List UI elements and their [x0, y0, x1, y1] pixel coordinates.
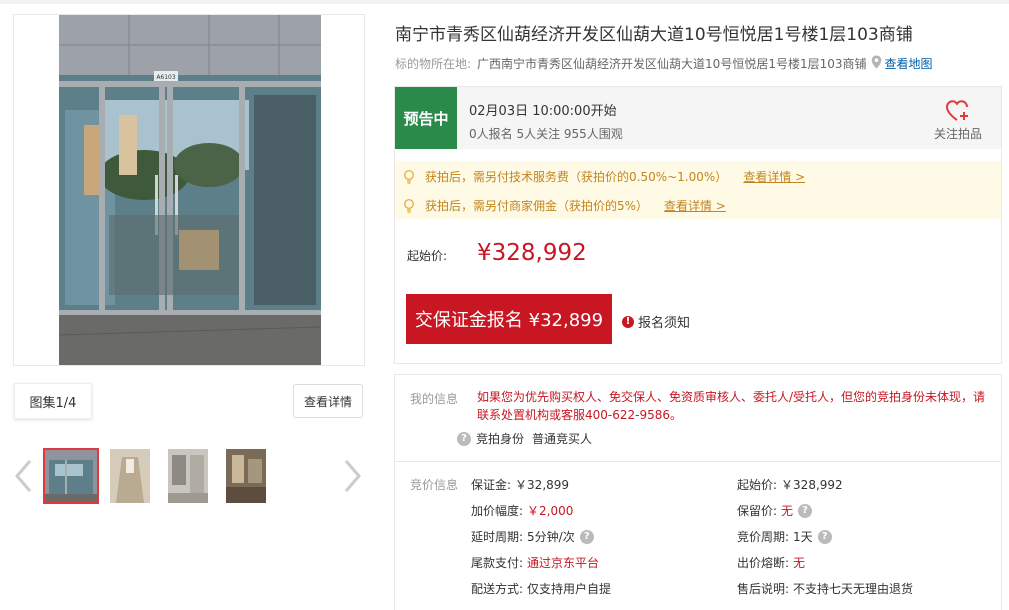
deposit-signup-button[interactable]: 交保证金报名 ¥32,899 [406, 294, 612, 344]
thumbnail-2[interactable] [110, 449, 150, 503]
final-payment-field: 尾款支付: 通过京东平台 [471, 554, 599, 571]
fee-notice-box: 获拍后，需另付技术服务费（获拍价的0.50%~1.00%） 查看详情 > 获拍后… [395, 161, 1001, 219]
cycle-value: 1天 [793, 530, 813, 544]
follow-item-label: 关注拍品 [933, 127, 982, 141]
top-divider [0, 0, 1009, 4]
fee-notice-1-link[interactable]: 查看详情 > [743, 168, 805, 185]
delay-field: 延时周期: 5分钟/次 ? [471, 528, 594, 545]
auction-panel: 预告中 02月03日 10:00:00开始 0人报名 5人关注 955人围观 关… [394, 86, 1002, 364]
door-sign: A6103 [156, 74, 176, 81]
start-time: 02月03日 10:00:00开始 [469, 104, 617, 119]
final-payment-label: 尾款支付: [471, 556, 524, 570]
signup-notice-label: 报名须知 [638, 316, 691, 331]
auction-stats: 0人报名 5人关注 955人围观 [469, 127, 623, 141]
bid-start-price-label: 起始价: [737, 478, 778, 492]
bidder-identity-value: 普通竞买人 [532, 432, 593, 446]
bid-start-price-field: 起始价: ￥328,992 [737, 476, 843, 493]
bid-info-label: 竞价信息 [410, 478, 459, 492]
deposit-value: ￥32,899 [515, 478, 570, 492]
address-label: 标的物所在地: [395, 57, 472, 71]
lightbulb-icon [404, 169, 414, 184]
view-details-button[interactable]: 查看详情 [293, 384, 363, 418]
question-icon[interactable]: ? [579, 529, 594, 544]
cycle-field: 竞价周期: 1天 ? [737, 528, 832, 545]
delay-value: 5分钟/次 [527, 530, 575, 544]
status-badge: 预告中 [395, 87, 457, 149]
deposit-field: 保证金: ￥32,899 [471, 476, 569, 493]
thumbnail-4[interactable] [226, 449, 266, 503]
final-payment-value: 通过京东平台 [527, 556, 600, 570]
address-value: 广西南宁市青秀区仙葫经济开发区仙葫大道10号恒悦居1号楼1层103商铺 [477, 57, 867, 71]
aftersale-value: 不支持七天无理由退货 [793, 582, 914, 596]
bidder-identity-label: 竞拍身份 [476, 432, 525, 446]
my-info-message: 如果您为优先购买权人、免交保人、免资质审核人、委托人/受托人，但您的竞拍身份未体… [477, 390, 986, 422]
follow-item-button[interactable]: 关注拍品 [923, 99, 993, 145]
reserve-label: 保留价: [737, 504, 778, 518]
question-icon[interactable]: ? [798, 503, 813, 518]
fuse-label: 出价熔断: [737, 556, 790, 570]
delivery-value: 仅支持用户自提 [527, 582, 612, 596]
signup-notice-link[interactable]: ! 报名须知 [622, 312, 690, 331]
exclamation-icon: ! [622, 315, 634, 328]
heart-plus-icon [945, 100, 968, 121]
delivery-label: 配送方式: [471, 582, 524, 596]
aftersale-label: 售后说明: [737, 582, 790, 596]
view-map-link[interactable]: 查看地图 [885, 55, 933, 72]
bid-info-section: 竞价信息 保证金: ￥32,899 起始价: ￥328,992 加价幅度: ￥2… [394, 462, 1002, 610]
fee-notice-1-text: 获拍后，需另付技术服务费（获拍价的0.50%~1.00%） [425, 170, 728, 184]
start-price-label: 起始价: [407, 249, 448, 263]
main-photo[interactable]: A6103 [59, 15, 321, 365]
start-price-value: ¥328,992 [477, 240, 587, 266]
my-info-label: 我的信息 [410, 392, 459, 406]
reserve-field: 保留价: 无 ? [737, 502, 813, 519]
increment-field: 加价幅度: ￥2,000 [471, 502, 573, 519]
chevron-right-icon [344, 460, 361, 492]
fuse-value: 无 [793, 556, 806, 570]
lightbulb-icon [404, 198, 414, 213]
thumbnail-1[interactable] [43, 448, 99, 504]
reserve-value: 无 [781, 504, 794, 518]
increment-label: 加价幅度: [471, 504, 524, 518]
album-counter-tab[interactable]: 图集1/4 [14, 383, 92, 419]
bid-start-price-value: ￥328,992 [781, 478, 843, 492]
fee-notice-2-text: 获拍后，需另付商家佣金（获拍价的5%） [425, 199, 649, 213]
bidder-identity: ? 竞拍身份 普通竞买人 [457, 430, 592, 447]
increment-value: ￥2,000 [527, 504, 574, 518]
cycle-label: 竞价周期: [737, 530, 790, 544]
thumbnail-3[interactable] [168, 449, 208, 503]
chevron-left-icon [15, 460, 32, 492]
question-icon[interactable]: ? [457, 431, 471, 446]
main-photo-frame: A6103 [13, 14, 365, 366]
fuse-field: 出价熔断: 无 [737, 554, 805, 571]
next-image-arrow[interactable] [340, 458, 364, 494]
address-row: 标的物所在地: 广西南宁市青秀区仙葫经济开发区仙葫大道10号恒悦居1号楼1层10… [395, 55, 933, 72]
question-icon[interactable]: ? [817, 529, 832, 544]
delay-label: 延时周期: [471, 530, 524, 544]
prev-image-arrow[interactable] [12, 458, 36, 494]
page-title: 南宁市青秀区仙葫经济开发区仙葫大道10号恒悦居1号楼1层103商铺 [395, 25, 913, 45]
fee-notice-2-link[interactable]: 查看详情 > [664, 197, 726, 214]
fee-notice-2: 获拍后，需另付商家佣金（获拍价的5%） 查看详情 > [403, 197, 726, 214]
status-bar: 预告中 02月03日 10:00:00开始 0人报名 5人关注 955人围观 关… [395, 87, 1001, 149]
delivery-field: 配送方式: 仅支持用户自提 [471, 580, 611, 597]
deposit-label: 保证金: [471, 478, 512, 492]
fee-notice-1: 获拍后，需另付技术服务费（获拍价的0.50%~1.00%） 查看详情 > [403, 168, 805, 185]
my-info-section: 我的信息 如果您为优先购买权人、免交保人、免资质审核人、委托人/受托人，但您的竞… [394, 374, 1002, 462]
map-pin-icon [871, 55, 882, 72]
aftersale-field: 售后说明: 不支持七天无理由退货 [737, 580, 913, 597]
